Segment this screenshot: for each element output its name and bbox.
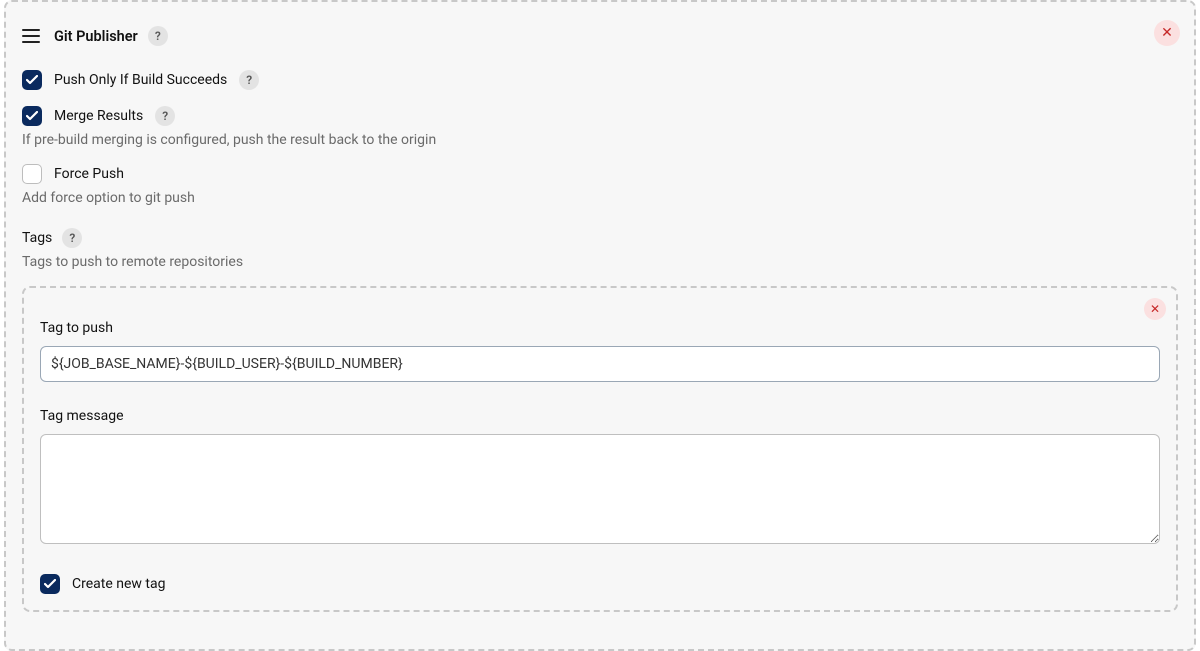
force-push-checkbox[interactable] — [22, 164, 42, 184]
tag-to-push-input[interactable] — [40, 346, 1160, 382]
option-force-push: Force Push Add force option to git push — [22, 164, 1178, 206]
help-icon[interactable]: ? — [62, 228, 82, 248]
merge-results-checkbox[interactable] — [22, 106, 42, 126]
remove-tag-button[interactable]: ✕ — [1144, 298, 1166, 320]
help-icon[interactable]: ? — [155, 106, 175, 126]
merge-results-label: Merge Results — [54, 108, 143, 124]
tags-description: Tags to push to remote repositories — [22, 254, 1178, 270]
option-create-new-tag: Create new tag — [40, 574, 1160, 594]
close-icon: ✕ — [1150, 303, 1160, 315]
merge-results-description: If pre-build merging is configured, push… — [22, 132, 1178, 148]
create-new-tag-checkbox[interactable] — [40, 574, 60, 594]
close-icon: ✕ — [1161, 26, 1173, 40]
push-only-checkbox[interactable] — [22, 70, 42, 90]
close-panel-button[interactable]: ✕ — [1154, 20, 1180, 46]
tags-section-header: Tags ? — [22, 228, 1178, 248]
option-merge-results: Merge Results ? If pre-build merging is … — [22, 106, 1178, 148]
panel-header: Git Publisher ? — [22, 2, 1178, 54]
git-publisher-panel: ✕ Git Publisher ? Push Only If Build Suc… — [4, 0, 1196, 651]
force-push-label: Force Push — [54, 166, 124, 182]
create-new-tag-label: Create new tag — [72, 576, 165, 592]
push-only-label: Push Only If Build Succeeds — [54, 72, 227, 88]
tags-label: Tags — [22, 230, 52, 246]
tag-to-push-label: Tag to push — [40, 320, 1160, 336]
panel-title: Git Publisher — [54, 28, 138, 45]
tag-message-label: Tag message — [40, 408, 1160, 424]
drag-handle-icon[interactable] — [22, 29, 40, 43]
help-icon[interactable]: ? — [239, 70, 259, 90]
option-push-only-if-build-succeeds: Push Only If Build Succeeds ? — [22, 70, 1178, 90]
force-push-description: Add force option to git push — [22, 190, 1178, 206]
help-icon[interactable]: ? — [148, 26, 168, 46]
tag-entry-panel: ✕ Tag to push Tag message Create new tag — [22, 286, 1178, 612]
tag-message-textarea[interactable] — [40, 434, 1160, 544]
